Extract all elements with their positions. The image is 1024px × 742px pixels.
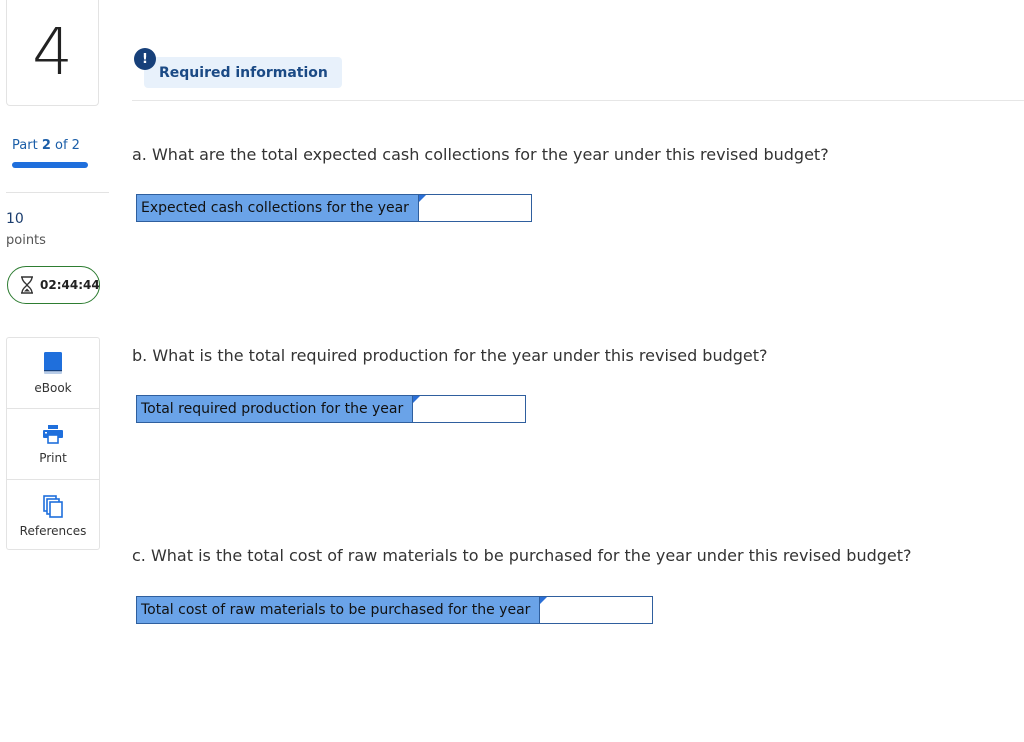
sidebar-divider	[6, 192, 109, 193]
required-information-toggle[interactable]: Required information	[144, 57, 342, 88]
answer-input-a[interactable]	[418, 195, 531, 221]
tools-panel: eBook Print References	[6, 337, 100, 550]
answer-row-c: Total cost of raw materials to be purcha…	[136, 596, 654, 624]
part-indicator: Part 2 of 2	[12, 138, 80, 153]
references-button[interactable]: References	[7, 480, 99, 551]
ebook-label: eBook	[34, 381, 72, 395]
part-progress-bar	[12, 162, 88, 168]
required-information-label: Required information	[159, 64, 328, 81]
answer-row-b: Total required production for the year	[136, 395, 527, 423]
print-button[interactable]: Print	[7, 409, 99, 480]
answer-label-a: Expected cash collections for the year	[137, 195, 419, 221]
ebook-button[interactable]: eBook	[7, 338, 99, 409]
question-a-prompt: a. What are the total expected cash coll…	[132, 145, 829, 164]
answer-label-b: Total required production for the year	[137, 396, 414, 422]
points-label: points	[6, 233, 46, 248]
printer-icon	[43, 425, 63, 444]
book-icon	[44, 352, 62, 374]
hourglass-icon	[21, 276, 33, 294]
timer[interactable]: 02:44:44	[7, 266, 100, 304]
answer-input-b[interactable]	[413, 396, 526, 422]
question-c-prompt: c. What is the total cost of raw materia…	[132, 546, 912, 565]
question-page: 4 Part 2 of 2 10 points 02:44:44 eBook P…	[0, 0, 1024, 742]
question-number: 4	[6, 0, 99, 106]
copy-pages-icon	[43, 494, 63, 518]
references-label: References	[19, 523, 87, 538]
points-value: 10	[6, 211, 24, 227]
answer-label-c: Total cost of raw materials to be purcha…	[137, 597, 541, 623]
part-total: of 2	[55, 138, 80, 153]
part-current: 2	[41, 138, 51, 153]
part-prefix: Part	[12, 138, 38, 153]
header-divider	[132, 100, 1024, 101]
answer-row-a: Expected cash collections for the year	[136, 194, 532, 222]
question-b-prompt: b. What is the total required production…	[132, 346, 768, 365]
timer-value: 02:44:44	[40, 278, 100, 292]
print-label: Print	[39, 451, 67, 465]
info-icon: !	[134, 48, 156, 70]
answer-input-c[interactable]	[540, 597, 653, 623]
